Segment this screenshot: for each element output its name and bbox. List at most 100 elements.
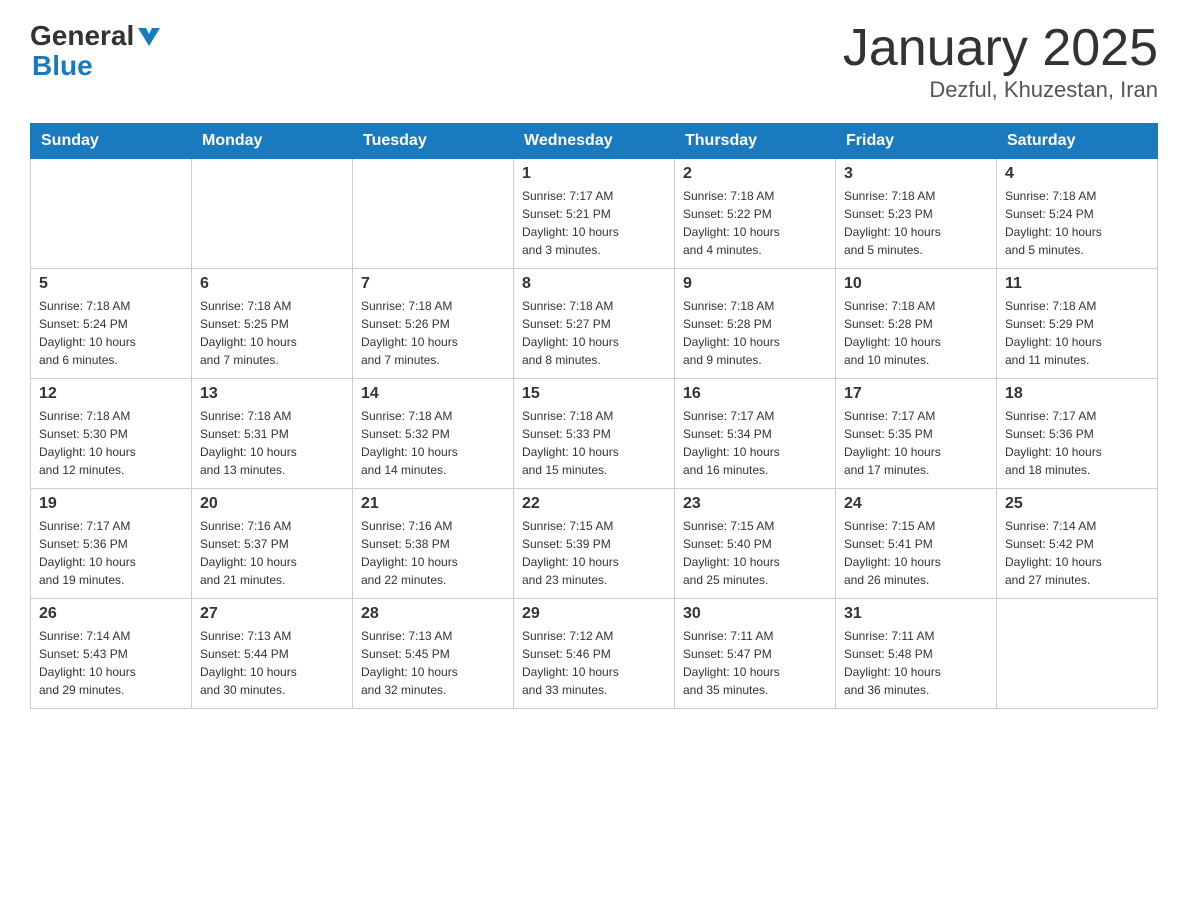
calendar-cell bbox=[192, 159, 353, 269]
calendar-cell: 29 Sunrise: 7:12 AMSunset: 5:46 PMDayligh… bbox=[514, 599, 675, 709]
day-number: 4 bbox=[1005, 165, 1149, 183]
day-number: 14 bbox=[361, 385, 505, 403]
calendar-cell: 9 Sunrise: 7:18 AMSunset: 5:28 PMDaylight… bbox=[675, 269, 836, 379]
day-number: 25 bbox=[1005, 495, 1149, 513]
day-number: 30 bbox=[683, 605, 827, 623]
day-number: 12 bbox=[39, 385, 183, 403]
logo-general-text: General bbox=[30, 20, 134, 52]
day-number: 6 bbox=[200, 275, 344, 293]
day-number: 9 bbox=[683, 275, 827, 293]
day-info: Sunrise: 7:16 AMSunset: 5:38 PMDaylight:… bbox=[361, 517, 505, 589]
calendar-cell: 7Sunrise: 7:18 AMSunset: 5:26 PMDaylight… bbox=[353, 269, 514, 379]
day-number: 11 bbox=[1005, 275, 1149, 293]
calendar-cell: 17 Sunrise: 7:17 AMSunset: 5:35 PMDayligh… bbox=[836, 379, 997, 489]
calendar-cell: 6 Sunrise: 7:18 AMSunset: 5:25 PMDaylight… bbox=[192, 269, 353, 379]
day-number: 10 bbox=[844, 275, 988, 293]
day-number: 26 bbox=[39, 605, 183, 623]
day-number: 1 bbox=[522, 165, 666, 183]
day-info: Sunrise: 7:18 AMSunset: 5:29 PMDaylight:… bbox=[1005, 297, 1149, 369]
calendar-cell: 10 Sunrise: 7:18 AMSunset: 5:28 PMDayligh… bbox=[836, 269, 997, 379]
calendar-cell: 26Sunrise: 7:14 AMSunset: 5:43 PMDayligh… bbox=[31, 599, 192, 709]
day-info: Sunrise: 7:18 AMSunset: 5:22 PMDaylight:… bbox=[683, 187, 827, 259]
day-info: Sunrise: 7:18 AMSunset: 5:24 PMDaylight:… bbox=[39, 297, 183, 369]
day-number: 16 bbox=[683, 385, 827, 403]
logo-arrow-icon bbox=[138, 28, 160, 51]
day-info: Sunrise: 7:18 AMSunset: 5:25 PMDaylight:… bbox=[200, 297, 344, 369]
day-number: 24 bbox=[844, 495, 988, 513]
calendar-cell: 3 Sunrise: 7:18 AMSunset: 5:23 PMDaylight… bbox=[836, 159, 997, 269]
calendar-cell: 2 Sunrise: 7:18 AMSunset: 5:22 PMDaylight… bbox=[675, 159, 836, 269]
day-number: 19 bbox=[39, 495, 183, 513]
calendar-cell: 14 Sunrise: 7:18 AMSunset: 5:32 PMDayligh… bbox=[353, 379, 514, 489]
day-info: Sunrise: 7:18 AMSunset: 5:23 PMDaylight:… bbox=[844, 187, 988, 259]
day-info: Sunrise: 7:17 AMSunset: 5:34 PMDaylight:… bbox=[683, 407, 827, 479]
day-number: 29 bbox=[522, 605, 666, 623]
day-info: Sunrise: 7:11 AMSunset: 5:47 PMDaylight:… bbox=[683, 627, 827, 699]
page-header: General Blue January 2025 Dezful, Khuzes… bbox=[30, 20, 1158, 103]
day-number: 28 bbox=[361, 605, 505, 623]
day-number: 21 bbox=[361, 495, 505, 513]
day-number: 8 bbox=[522, 275, 666, 293]
day-info: Sunrise: 7:18 AMSunset: 5:30 PMDaylight:… bbox=[39, 407, 183, 479]
day-info: Sunrise: 7:18 AMSunset: 5:33 PMDaylight:… bbox=[522, 407, 666, 479]
day-info: Sunrise: 7:18 AMSunset: 5:32 PMDaylight:… bbox=[361, 407, 505, 479]
weekday-header-wednesday: Wednesday bbox=[514, 124, 675, 159]
calendar-cell: 13Sunrise: 7:18 AMSunset: 5:31 PMDayligh… bbox=[192, 379, 353, 489]
day-number: 17 bbox=[844, 385, 988, 403]
day-info: Sunrise: 7:12 AMSunset: 5:46 PMDaylight:… bbox=[522, 627, 666, 699]
day-info: Sunrise: 7:18 AMSunset: 5:28 PMDaylight:… bbox=[683, 297, 827, 369]
day-info: Sunrise: 7:18 AMSunset: 5:28 PMDaylight:… bbox=[844, 297, 988, 369]
day-info: Sunrise: 7:15 AMSunset: 5:39 PMDaylight:… bbox=[522, 517, 666, 589]
day-number: 23 bbox=[683, 495, 827, 513]
weekday-header-sunday: Sunday bbox=[31, 124, 192, 159]
month-title: January 2025 bbox=[843, 20, 1158, 77]
calendar-cell: 12 Sunrise: 7:18 AMSunset: 5:30 PMDayligh… bbox=[31, 379, 192, 489]
calendar-cell bbox=[997, 599, 1158, 709]
weekday-header-row: SundayMondayTuesdayWednesdayThursdayFrid… bbox=[31, 124, 1158, 159]
calendar-cell: 11 Sunrise: 7:18 AMSunset: 5:29 PMDayligh… bbox=[997, 269, 1158, 379]
weekday-header-tuesday: Tuesday bbox=[353, 124, 514, 159]
day-info: Sunrise: 7:17 AMSunset: 5:36 PMDaylight:… bbox=[1005, 407, 1149, 479]
day-number: 5 bbox=[39, 275, 183, 293]
calendar-cell: 4Sunrise: 7:18 AMSunset: 5:24 PMDaylight… bbox=[997, 159, 1158, 269]
day-info: Sunrise: 7:13 AMSunset: 5:45 PMDaylight:… bbox=[361, 627, 505, 699]
calendar-cell: 30 Sunrise: 7:11 AMSunset: 5:47 PMDayligh… bbox=[675, 599, 836, 709]
calendar-cell: 22 Sunrise: 7:15 AMSunset: 5:39 PMDayligh… bbox=[514, 489, 675, 599]
calendar-week-row: 12 Sunrise: 7:18 AMSunset: 5:30 PMDayligh… bbox=[31, 379, 1158, 489]
calendar-week-row: 26Sunrise: 7:14 AMSunset: 5:43 PMDayligh… bbox=[31, 599, 1158, 709]
calendar-cell: 20Sunrise: 7:16 AMSunset: 5:37 PMDayligh… bbox=[192, 489, 353, 599]
calendar-cell: 5 Sunrise: 7:18 AMSunset: 5:24 PMDaylight… bbox=[31, 269, 192, 379]
day-info: Sunrise: 7:17 AMSunset: 5:21 PMDaylight:… bbox=[522, 187, 666, 259]
calendar-table: SundayMondayTuesdayWednesdayThursdayFrid… bbox=[30, 123, 1158, 709]
day-number: 3 bbox=[844, 165, 988, 183]
logo: General Blue bbox=[30, 20, 160, 80]
calendar-cell: 27Sunrise: 7:13 AMSunset: 5:44 PMDayligh… bbox=[192, 599, 353, 709]
day-info: Sunrise: 7:18 AMSunset: 5:26 PMDaylight:… bbox=[361, 297, 505, 369]
day-number: 2 bbox=[683, 165, 827, 183]
day-number: 27 bbox=[200, 605, 344, 623]
calendar-cell: 8Sunrise: 7:18 AMSunset: 5:27 PMDaylight… bbox=[514, 269, 675, 379]
calendar-cell: 1 Sunrise: 7:17 AMSunset: 5:21 PMDaylight… bbox=[514, 159, 675, 269]
day-info: Sunrise: 7:17 AMSunset: 5:36 PMDaylight:… bbox=[39, 517, 183, 589]
calendar-cell: 19 Sunrise: 7:17 AMSunset: 5:36 PMDayligh… bbox=[31, 489, 192, 599]
calendar-cell: 28 Sunrise: 7:13 AMSunset: 5:45 PMDayligh… bbox=[353, 599, 514, 709]
day-number: 18 bbox=[1005, 385, 1149, 403]
weekday-header-friday: Friday bbox=[836, 124, 997, 159]
calendar-cell: 25Sunrise: 7:14 AMSunset: 5:42 PMDayligh… bbox=[997, 489, 1158, 599]
day-number: 22 bbox=[522, 495, 666, 513]
calendar-week-row: 19 Sunrise: 7:17 AMSunset: 5:36 PMDayligh… bbox=[31, 489, 1158, 599]
calendar-cell: 24 Sunrise: 7:15 AMSunset: 5:41 PMDayligh… bbox=[836, 489, 997, 599]
calendar-cell bbox=[353, 159, 514, 269]
day-number: 31 bbox=[844, 605, 988, 623]
calendar-cell: 15 Sunrise: 7:18 AMSunset: 5:33 PMDayligh… bbox=[514, 379, 675, 489]
day-info: Sunrise: 7:17 AMSunset: 5:35 PMDaylight:… bbox=[844, 407, 988, 479]
calendar-week-row: 5 Sunrise: 7:18 AMSunset: 5:24 PMDaylight… bbox=[31, 269, 1158, 379]
logo-blue-text: Blue bbox=[32, 52, 93, 80]
calendar-cell: 23 Sunrise: 7:15 AMSunset: 5:40 PMDayligh… bbox=[675, 489, 836, 599]
day-info: Sunrise: 7:15 AMSunset: 5:41 PMDaylight:… bbox=[844, 517, 988, 589]
day-info: Sunrise: 7:15 AMSunset: 5:40 PMDaylight:… bbox=[683, 517, 827, 589]
calendar-cell: 21 Sunrise: 7:16 AMSunset: 5:38 PMDayligh… bbox=[353, 489, 514, 599]
weekday-header-saturday: Saturday bbox=[997, 124, 1158, 159]
day-info: Sunrise: 7:16 AMSunset: 5:37 PMDaylight:… bbox=[200, 517, 344, 589]
day-number: 15 bbox=[522, 385, 666, 403]
